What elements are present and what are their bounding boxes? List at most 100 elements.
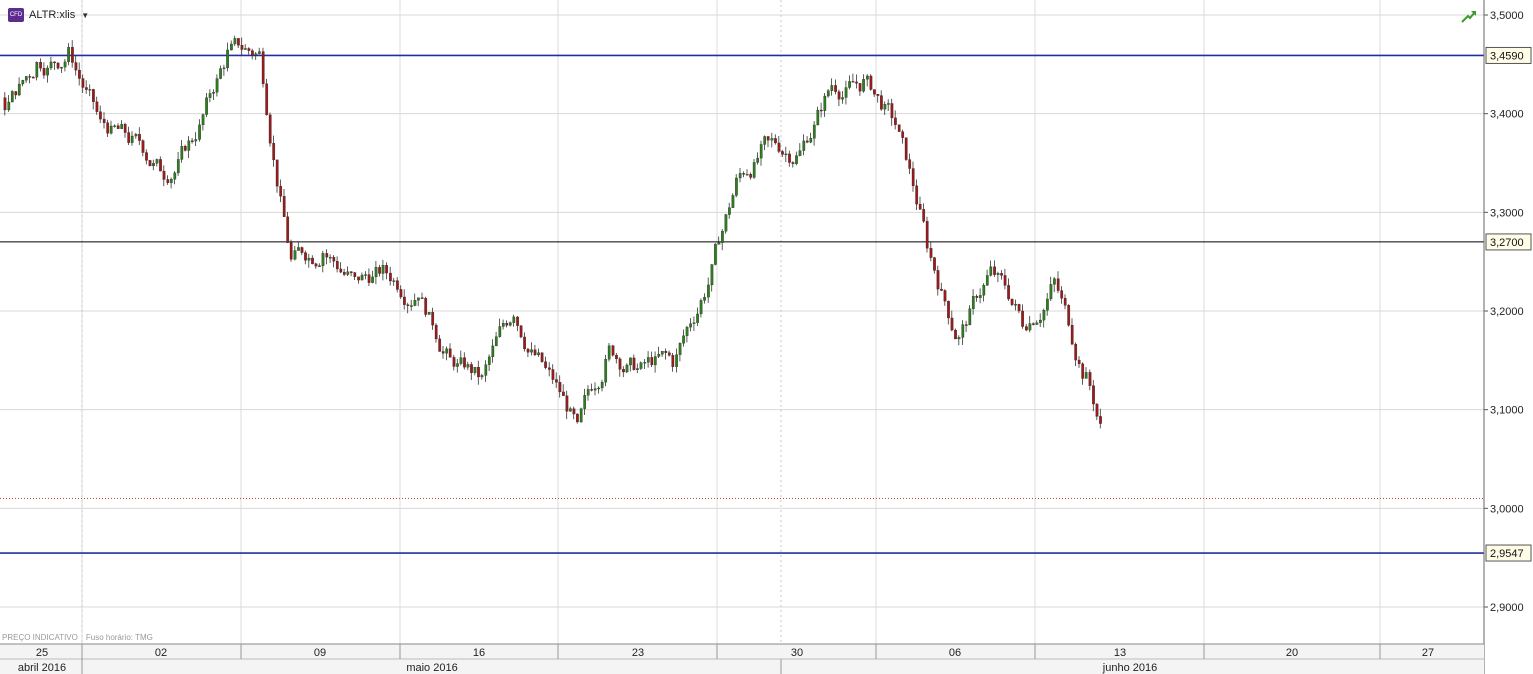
candle-body [805, 140, 809, 143]
y-tick-label: 3,3000 [1490, 207, 1524, 219]
x-tick-label: 09 [314, 647, 326, 659]
candle [869, 74, 873, 91]
candle-body [233, 38, 237, 45]
price-chart[interactable]: 3,4590 3,2700 2,9547 3,5000 3,4000 3,3000 3,2… [0, 0, 1533, 674]
candle-body [982, 284, 986, 296]
candle [954, 328, 957, 340]
candle-body [374, 267, 378, 278]
candle-body [1081, 363, 1085, 379]
candle-body [466, 364, 470, 368]
candle-body [646, 357, 650, 363]
candle-body [1067, 305, 1071, 326]
candle-body [728, 207, 731, 215]
candle [265, 78, 269, 116]
x-tick-label: 27 [1422, 647, 1434, 659]
candle-body [855, 81, 858, 84]
x-axis: 25 02 09 16 23 30 06 13 20 27 abril 2016 maio 2016 j… [0, 643, 1484, 674]
candle-body [473, 367, 477, 373]
level-price-label: 3,2700 [1490, 237, 1524, 249]
candle-body [957, 337, 961, 340]
candle-body [385, 265, 388, 274]
candle-body [590, 389, 594, 391]
candle-body [689, 323, 692, 328]
candle-body [777, 142, 781, 152]
candle-body [611, 345, 615, 356]
candle-body [289, 242, 293, 260]
candle-body [24, 76, 28, 81]
candle-body [675, 354, 678, 367]
candle-body [381, 265, 385, 274]
y-tick-label: 3,4000 [1490, 109, 1524, 121]
candle-body [526, 348, 530, 353]
candle-body [848, 81, 851, 88]
symbol-label[interactable]: ALTR:xlis [29, 9, 75, 21]
candle-body [586, 389, 590, 396]
candle-body [664, 351, 668, 353]
candle-body [106, 122, 110, 134]
candle-body [629, 357, 632, 366]
chevron-down-icon[interactable]: ▼ [81, 11, 89, 20]
candle-body [74, 62, 78, 71]
candle-body [501, 323, 505, 327]
candle-body [81, 78, 85, 88]
candle-body [1003, 275, 1007, 286]
candle-body [60, 66, 63, 69]
candle-body [176, 159, 180, 174]
candle-body [145, 152, 148, 161]
candle-body [894, 117, 897, 125]
candle-body [31, 77, 35, 79]
y-tick-label: 3,5000 [1490, 10, 1524, 22]
candle-body [39, 61, 42, 69]
candle-body [417, 297, 420, 301]
candle-body [10, 91, 14, 103]
candle-body [190, 140, 194, 142]
candle-body [699, 300, 703, 315]
candle-body [410, 305, 413, 307]
candle-body [516, 316, 519, 326]
chart-header[interactable]: CFD ALTR:xlis ▼ [8, 8, 89, 22]
candle-body [749, 174, 753, 178]
candle-body [738, 173, 742, 179]
candle-body [268, 114, 272, 144]
candle-body [258, 51, 261, 54]
candle-body [434, 324, 438, 340]
candle-body [28, 76, 32, 78]
candle-body [774, 138, 777, 144]
candle-body [971, 296, 975, 309]
y-axis: 3,5000 3,4000 3,3000 3,2000 3,1000 3,0000 2,90… [1483, 0, 1524, 674]
candle-body [929, 248, 933, 258]
level-price-label: 3,4590 [1490, 50, 1524, 62]
candle-body [406, 304, 410, 306]
month-label: junho 2016 [1102, 662, 1157, 674]
candle-body [657, 353, 661, 357]
x-tick-label: 25 [36, 647, 48, 659]
candle-body [618, 358, 622, 370]
candle-body [742, 173, 746, 175]
candle-body [883, 104, 887, 110]
candle-body [470, 364, 473, 373]
candle-body [604, 359, 608, 383]
candle-body [413, 300, 417, 306]
candle [611, 344, 615, 357]
candle-body [915, 185, 919, 205]
candle-body [339, 268, 343, 273]
candle-body [349, 271, 353, 273]
candle-body [876, 94, 880, 96]
candle [604, 354, 608, 387]
month-label: abril 2016 [18, 662, 66, 674]
y-tick-label: 3,2000 [1490, 306, 1524, 318]
candle-body [459, 357, 463, 364]
candle-body [198, 124, 201, 140]
candle-body [964, 324, 968, 326]
trend-arrow-icon[interactable] [1461, 9, 1477, 23]
candle-body [1070, 325, 1074, 345]
candle-body [826, 90, 830, 97]
candle-body [484, 364, 488, 376]
candle-body [318, 265, 321, 267]
candle-body [873, 89, 876, 95]
candle-body [678, 343, 682, 355]
candle-body [1039, 319, 1042, 323]
candle-body [583, 395, 587, 409]
candle-body [328, 257, 332, 259]
candle-body [452, 357, 456, 367]
